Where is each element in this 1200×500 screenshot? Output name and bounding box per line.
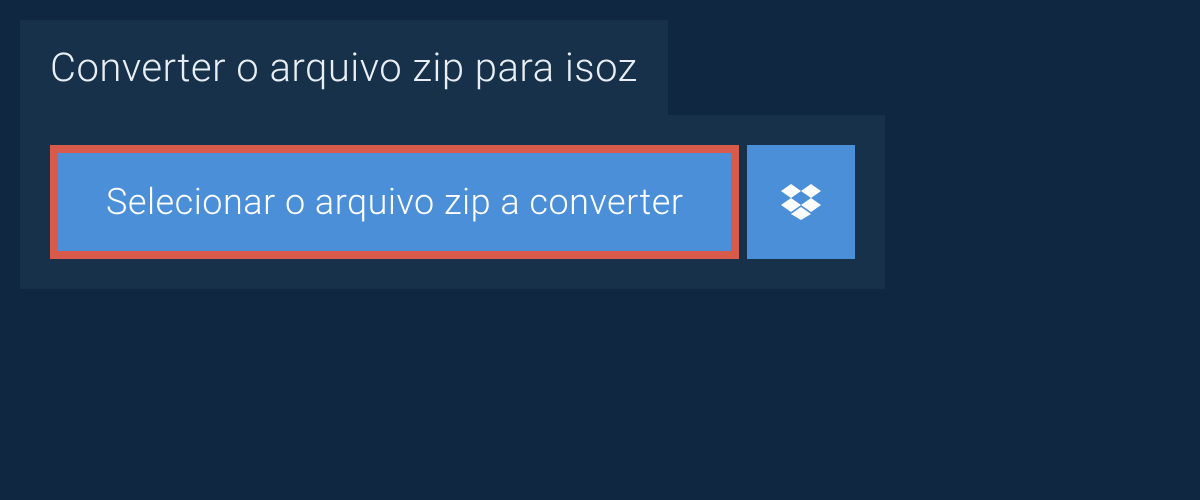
converter-panel: Converter o arquivo zip para isoz Seleci… [0,0,1200,309]
action-panel: Selecionar o arquivo zip a converter [20,115,885,289]
dropbox-icon [781,184,821,220]
title-bar: Converter o arquivo zip para isoz [20,20,668,115]
select-file-button[interactable]: Selecionar o arquivo zip a converter [50,145,739,259]
page-title: Converter o arquivo zip para isoz [50,44,638,91]
button-row: Selecionar o arquivo zip a converter [50,145,855,259]
select-file-label: Selecionar o arquivo zip a converter [106,181,683,223]
dropbox-button[interactable] [747,145,855,259]
